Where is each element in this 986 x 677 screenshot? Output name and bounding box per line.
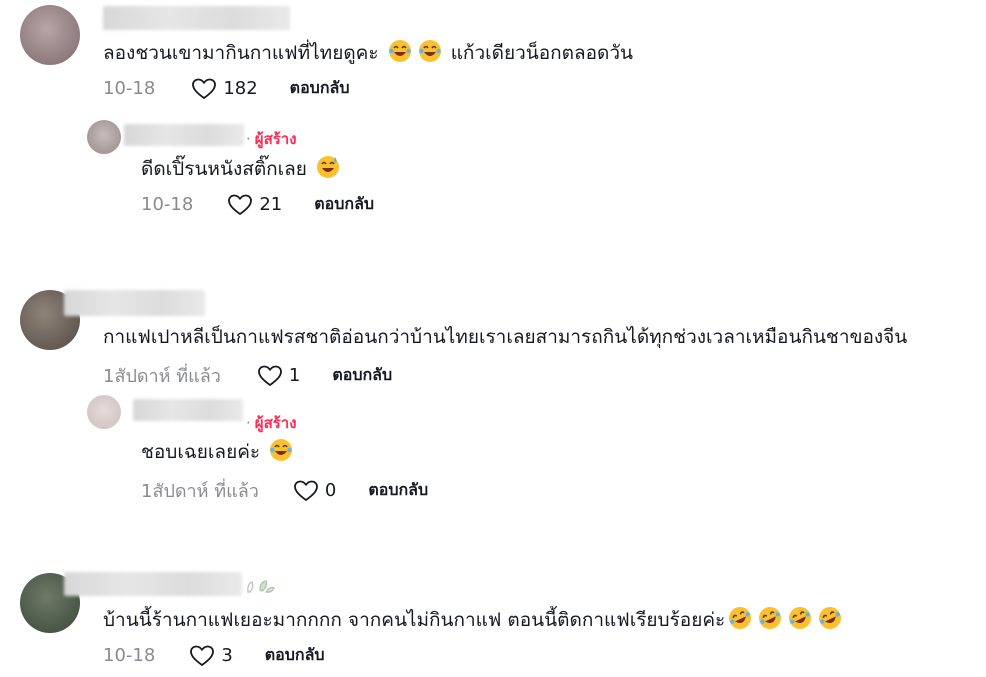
username-blurred[interactable] <box>103 6 290 30</box>
like-button[interactable]: 21 <box>227 193 282 217</box>
username-decoration-icon <box>244 578 276 600</box>
comment-date: 10-18 <box>103 78 156 99</box>
like-count: 1 <box>288 365 301 386</box>
comment-text: บ้านนี้ร้านกาแฟเยอะมากกกก จากคนไม่กินกาแ… <box>103 605 845 635</box>
rofl-face-icon <box>728 606 752 635</box>
like-button[interactable]: 3 <box>189 644 233 668</box>
reply-button[interactable]: ตอบกลับ <box>332 363 392 388</box>
rofl-face-icon <box>758 606 782 635</box>
comment-date: 1สัปดาห์ ที่แล้ว <box>103 366 221 387</box>
heart-icon <box>190 645 215 666</box>
like-button[interactable]: 0 <box>293 479 336 503</box>
like-button[interactable]: 1 <box>257 364 300 388</box>
username-blurred[interactable] <box>64 290 205 316</box>
like-count: 21 <box>259 194 283 215</box>
reply-button[interactable]: ตอบกลับ <box>265 643 325 668</box>
laughing-face-icon <box>418 39 442 68</box>
reply-text: ชอบเฉยเลยค่ะ <box>141 437 296 467</box>
laughing-face-icon <box>388 39 412 68</box>
rofl-face-icon <box>818 606 842 635</box>
like-count: 182 <box>223 78 258 99</box>
like-count: 0 <box>324 480 337 501</box>
reply-button[interactable]: ตอบกลับ <box>314 192 374 217</box>
reply-button[interactable]: ตอบกลับ <box>290 76 350 101</box>
comment-date: 10-18 <box>103 645 156 666</box>
username-blurred[interactable] <box>64 572 242 596</box>
reply-button[interactable]: ตอบกลับ <box>368 478 428 503</box>
heart-icon <box>192 78 217 99</box>
like-count: 3 <box>221 645 233 666</box>
avatar[interactable] <box>87 120 121 154</box>
comment-meta: 10-18 3 ตอบกลับ <box>103 643 325 668</box>
comment-text: ลองชวนเขามากินกาแฟที่ไทยดูคะ แก้วเดียวน็… <box>103 38 633 68</box>
comment-text: กาแฟเปาหลีเป็นกาแฟรสชาติอ่อนกว่าบ้านไทยเ… <box>103 326 908 348</box>
reply-text: ดีดเปิ๊รนหนังสติ๊กเลย <box>141 154 343 184</box>
comment-meta: 10-18 182 ตอบกลับ <box>103 76 349 101</box>
heart-icon <box>293 480 318 501</box>
reply-date: 10-18 <box>141 194 194 215</box>
avatar[interactable] <box>20 5 80 65</box>
creator-badge: · ผู้สร้าง <box>246 414 297 432</box>
username-blurred[interactable] <box>133 399 243 421</box>
laughing-face-icon <box>269 438 293 467</box>
heart-icon <box>257 365 282 386</box>
like-button[interactable]: 182 <box>191 77 258 101</box>
avatar[interactable] <box>87 395 121 429</box>
reply-meta: 1สัปดาห์ ที่แล้ว 0 ตอบกลับ <box>141 476 428 505</box>
username-blurred[interactable] <box>124 124 244 146</box>
heart-icon <box>228 194 253 215</box>
creator-badge: · ผู้สร้าง <box>246 130 297 148</box>
sweat-smile-icon <box>316 155 340 184</box>
reply-meta: 10-18 21 ตอบกลับ <box>141 192 374 217</box>
rofl-face-icon <box>788 606 812 635</box>
comment-meta: 1สัปดาห์ ที่แล้ว 1 ตอบกลับ <box>103 361 392 390</box>
reply-date: 1สัปดาห์ ที่แล้ว <box>141 481 259 502</box>
